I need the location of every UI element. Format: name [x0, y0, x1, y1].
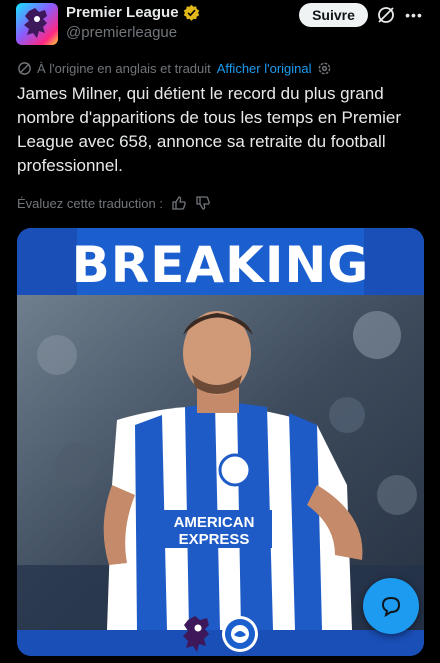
thumbs-up-icon[interactable]	[171, 195, 187, 211]
thumbs-down-icon[interactable]	[195, 195, 211, 211]
player-photo: AMERICAN EXPRESS	[17, 295, 424, 630]
handle[interactable]: @premierleague	[66, 24, 177, 41]
gear-icon[interactable]	[317, 61, 332, 76]
rate-translation-label: Évaluez cette traduction :	[17, 195, 163, 211]
breaking-text: BREAKING	[71, 236, 370, 294]
rate-translation: Évaluez cette traduction :	[17, 195, 211, 211]
translation-notice: À l'origine en anglais et traduit Affich…	[17, 61, 332, 76]
compose-message-icon	[381, 596, 401, 618]
brighton-crest-icon	[222, 616, 258, 652]
premier-league-lion-icon	[24, 8, 47, 38]
verified-badge-icon	[183, 4, 199, 21]
compose-message-button[interactable]	[363, 578, 419, 634]
translation-notice-text: À l'origine en anglais et traduit	[37, 61, 211, 76]
avatar[interactable]	[16, 3, 58, 45]
more-icon[interactable]: •••	[404, 5, 424, 25]
breaking-banner: BREAKING	[17, 228, 424, 295]
tweet-text: James Milner, qui détient le record du p…	[17, 84, 402, 175]
follow-button[interactable]: Suivre	[299, 3, 368, 27]
tweet-media-image[interactable]: BREAKING AMERICAN EXPRESS	[17, 228, 424, 656]
premier-league-logo-icon	[183, 616, 209, 652]
sponsor-line2: EXPRESS	[179, 531, 250, 548]
grok-icon[interactable]	[376, 5, 396, 25]
translate-icon	[18, 62, 31, 75]
display-name[interactable]: Premier League	[66, 4, 179, 21]
show-original-link[interactable]: Afficher l'original	[217, 61, 312, 76]
tweet-header: Premier League @premierleague Suivre •••	[0, 0, 440, 52]
sponsor-line1: AMERICAN	[174, 514, 255, 531]
